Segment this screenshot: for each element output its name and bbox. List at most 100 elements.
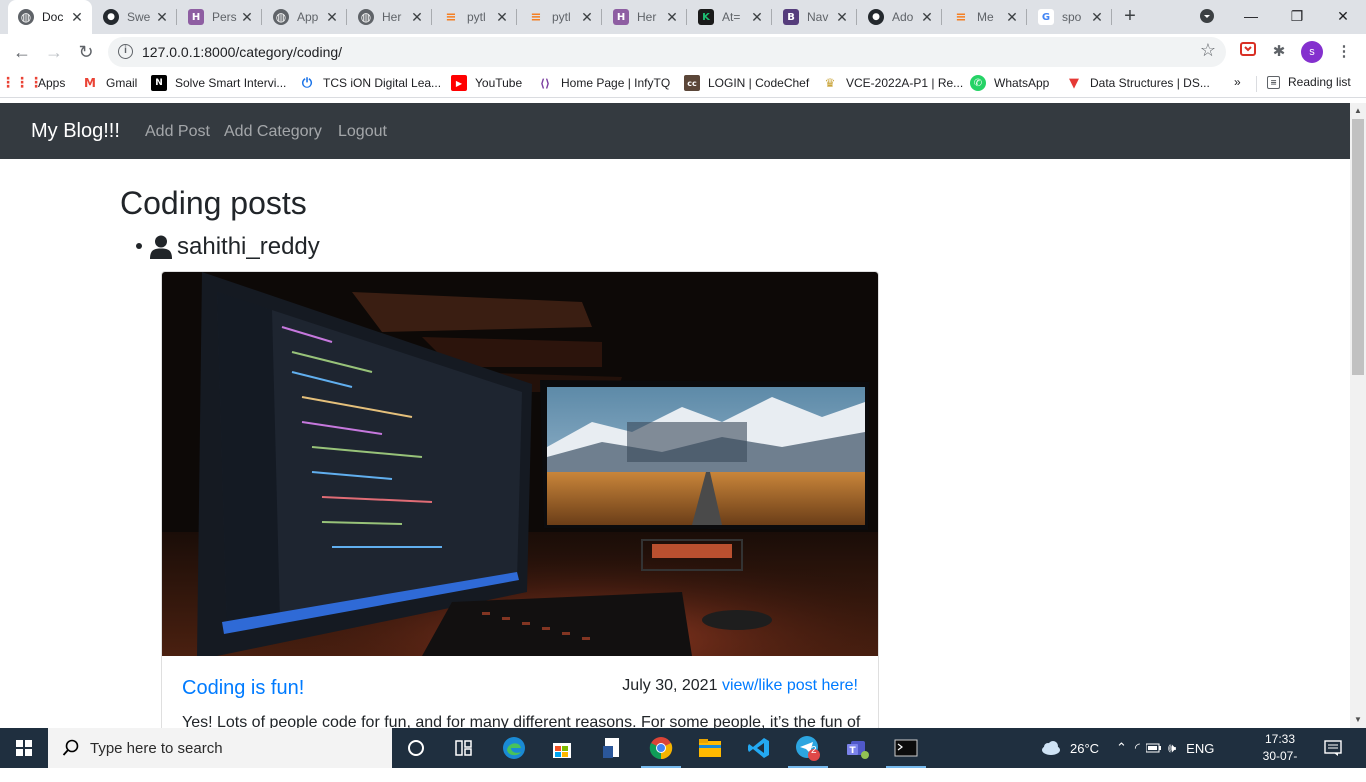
- tab-title: pytl: [552, 10, 571, 24]
- view-post-link[interactable]: view/like post here!: [722, 677, 858, 694]
- bookmark-item[interactable]: ⋮⋮⋮ Apps: [1, 75, 66, 91]
- tab-close-icon[interactable]: ✕: [578, 9, 596, 26]
- post-title-link[interactable]: Coding is fun!: [182, 677, 304, 700]
- tab-separator: [431, 9, 432, 25]
- extension-pocket-icon[interactable]: [1237, 41, 1259, 63]
- menu-kebab-icon[interactable]: ⋮: [1333, 41, 1355, 63]
- browser-tab[interactable]: H Pers ✕: [178, 0, 262, 34]
- edge-app[interactable]: [490, 728, 538, 768]
- clock[interactable]: 17:33 30-07-2021: [1250, 731, 1310, 782]
- teams-app[interactable]: T: [834, 728, 882, 768]
- tab-close-icon[interactable]: ✕: [1088, 9, 1106, 26]
- browser-tab[interactable]: B Nav ✕: [773, 0, 857, 34]
- reading-list-button[interactable]: ≡ Reading list: [1267, 75, 1351, 89]
- site-brand-link[interactable]: My Blog!!!: [31, 120, 120, 143]
- browser-tab[interactable]: ≡ Me ✕: [943, 0, 1027, 34]
- tab-separator: [1111, 9, 1112, 25]
- browser-tab[interactable]: ◍ App ✕: [263, 0, 347, 34]
- notifications-button[interactable]: [1324, 728, 1342, 768]
- back-button[interactable]: ←: [8, 38, 36, 66]
- reload-button[interactable]: ↻: [72, 38, 100, 66]
- profile-avatar[interactable]: s: [1301, 41, 1323, 63]
- scroll-up-arrow-icon[interactable]: ▲: [1350, 103, 1366, 119]
- tab-separator: [601, 9, 602, 25]
- tab-close-icon[interactable]: ✕: [833, 9, 851, 26]
- tab-close-icon[interactable]: ✕: [663, 9, 681, 26]
- restore-button[interactable]: ❐: [1274, 0, 1320, 32]
- battery-icon[interactable]: [1145, 743, 1162, 753]
- tab-close-icon[interactable]: ✕: [408, 9, 426, 26]
- store-app[interactable]: [538, 728, 586, 768]
- browser-tab[interactable]: ◍ Her ✕: [348, 0, 432, 34]
- file-app[interactable]: [588, 728, 636, 768]
- scroll-down-arrow-icon[interactable]: ▼: [1350, 712, 1366, 728]
- bookmark-item[interactable]: cc LOGIN | CodeChef: [684, 75, 809, 91]
- browser-tab[interactable]: ● Swe ✕: [93, 0, 177, 34]
- site-info-icon[interactable]: i: [118, 44, 133, 59]
- scroll-thumb[interactable]: [1352, 119, 1364, 375]
- wifi-icon[interactable]: ◜: [1135, 740, 1140, 756]
- bookmark-item[interactable]: ⟨⟩ Home Page | InfyTQ: [537, 75, 670, 91]
- tab-title: Me: [977, 10, 994, 24]
- user-icon: [150, 235, 172, 259]
- language-indicator[interactable]: ENG: [1186, 741, 1214, 756]
- close-window-button[interactable]: ✕: [1320, 0, 1366, 32]
- file-explorer-app[interactable]: [686, 728, 734, 768]
- codechef-icon: cc: [684, 75, 700, 91]
- browser-tab[interactable]: K At= ✕: [688, 0, 772, 34]
- browser-tab[interactable]: H Her ✕: [603, 0, 687, 34]
- nav-logout-link[interactable]: Logout: [338, 123, 387, 141]
- nav-add-category-link[interactable]: Add Category: [224, 123, 322, 141]
- page-scrollbar[interactable]: ▲ ▼: [1350, 103, 1366, 728]
- tab-close-icon[interactable]: ✕: [68, 9, 86, 26]
- browser-tab[interactable]: Gspo ✕: [1028, 0, 1112, 34]
- vscode-app[interactable]: [735, 728, 783, 768]
- bookmark-item[interactable]: ✆ WhatsApp: [970, 75, 1049, 91]
- telegram-icon: [796, 736, 820, 761]
- bookmark-label: Solve Smart Intervi...: [175, 76, 287, 90]
- cloud-icon: [1042, 741, 1060, 755]
- bookmark-label: Apps: [38, 76, 66, 90]
- bookmark-item[interactable]: ▶ YouTube: [451, 75, 522, 91]
- minimize-button[interactable]: —: [1228, 0, 1274, 32]
- bookmark-item[interactable]: ⏻ TCS iON Digital Lea...: [299, 75, 441, 91]
- terminal-app[interactable]: [882, 728, 930, 768]
- cortana-button[interactable]: [392, 728, 440, 768]
- browser-tab[interactable]: ≡ pytl ✕: [518, 0, 602, 34]
- tab-close-icon[interactable]: ✕: [238, 9, 256, 26]
- bookmark-item[interactable]: N Solve Smart Intervi...: [151, 75, 286, 91]
- browser-tab[interactable]: ◍ Doc ✕: [8, 0, 92, 34]
- address-bar[interactable]: i 127.0.0.1:8000/category/coding/ ☆: [108, 37, 1226, 67]
- chevron-up-icon[interactable]: ⌃: [1116, 740, 1127, 756]
- volume-icon[interactable]: 🕪: [1168, 740, 1176, 756]
- taskbar-search-box[interactable]: Type here to search: [48, 728, 392, 768]
- tab-title: Her: [637, 10, 657, 24]
- tab-close-icon[interactable]: ✕: [323, 9, 341, 26]
- bookmarks-overflow-button[interactable]: »: [1234, 75, 1241, 89]
- bookmark-item[interactable]: M Gmail: [82, 75, 137, 91]
- tab-search-button[interactable]: [1184, 0, 1230, 32]
- extensions-puzzle-icon[interactable]: ✱: [1268, 41, 1290, 63]
- bookmark-star-icon[interactable]: ☆: [1200, 40, 1216, 61]
- bookmark-item[interactable]: ♛ VCE-2022A-P1 | Re...: [822, 75, 964, 91]
- tab-close-icon[interactable]: ✕: [1003, 9, 1021, 26]
- bookmark-item[interactable]: ▼ Data Structures | DS...: [1066, 75, 1210, 91]
- browser-tab[interactable]: ≡ pytl ✕: [433, 0, 517, 34]
- telegram-app[interactable]: 2: [784, 728, 832, 768]
- bookmark-label: Home Page | InfyTQ: [561, 76, 671, 90]
- tab-close-icon[interactable]: ✕: [493, 9, 511, 26]
- tab-close-icon[interactable]: ✕: [153, 9, 171, 26]
- start-button[interactable]: [0, 728, 48, 768]
- new-tab-button[interactable]: +: [1118, 5, 1142, 29]
- list-bullet: [136, 243, 142, 249]
- tab-close-icon[interactable]: ✕: [748, 9, 766, 26]
- google-icon: G: [1038, 9, 1054, 25]
- url-text[interactable]: 127.0.0.1:8000/category/coding/: [142, 44, 342, 60]
- task-view-button[interactable]: [440, 728, 488, 768]
- tab-close-icon[interactable]: ✕: [918, 9, 936, 26]
- chrome-app[interactable]: [637, 728, 685, 768]
- nav-add-post-link[interactable]: Add Post: [145, 123, 210, 141]
- weather-widget[interactable]: 26°C: [1040, 728, 1099, 768]
- browser-tab[interactable]: ● Ado ✕: [858, 0, 942, 34]
- forward-button[interactable]: →: [40, 38, 68, 66]
